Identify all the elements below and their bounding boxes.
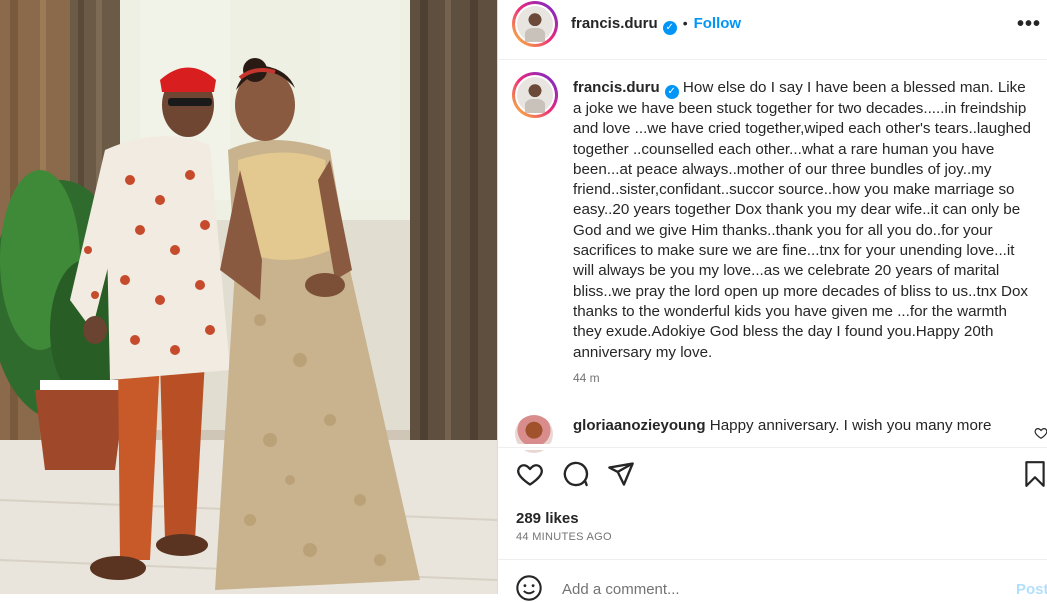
caption-body: How else do I say I have been a blessed … <box>573 79 1031 361</box>
commenter-username[interactable]: gloriaanozieyoung <box>573 417 706 434</box>
caption-timestamp[interactable]: 44 m <box>573 371 1035 385</box>
separator-dot: • <box>682 15 688 31</box>
couple-photo <box>0 0 497 594</box>
header-divider <box>498 59 1047 60</box>
likes-count[interactable]: 289 likes <box>516 510 579 527</box>
comment-text: Happy anniversary. I wish you many more <box>709 417 992 434</box>
post-header: francis.duru ✓ • Follow ••• <box>498 0 1047 48</box>
heart-icon[interactable] <box>516 460 544 488</box>
post-age[interactable]: 44 MINUTES AGO <box>516 531 612 543</box>
emoji-icon[interactable] <box>515 574 543 602</box>
author-username[interactable]: francis.duru <box>571 15 658 32</box>
send-icon[interactable] <box>607 460 635 488</box>
post-comment-button[interactable]: Post <box>1016 581 1047 598</box>
post-photo[interactable] <box>0 0 497 594</box>
verified-badge-icon: ✓ <box>662 21 677 35</box>
caption-block: francis.duru ✓ How else do I say I have b… <box>573 78 1035 385</box>
caption-username[interactable]: francis.duru <box>573 79 660 96</box>
comment-composer: Add a comment... Post <box>498 560 1047 601</box>
action-bar <box>498 460 1047 492</box>
bookmark-icon[interactable] <box>1022 460 1047 488</box>
verified-badge-icon: ✓ <box>664 85 679 99</box>
post-details-panel: francis.duru ✓ • Follow ••• francis.duru ✓ H… <box>498 0 1047 601</box>
header-identity: francis.duru ✓ • Follow <box>571 15 741 35</box>
comments-divider <box>498 447 1047 448</box>
comment-input[interactable]: Add a comment... <box>562 581 680 598</box>
comment-icon[interactable] <box>561 460 589 488</box>
comment-item: gloriaanozieyoung Happy anniversary. I w… <box>573 417 991 434</box>
caption-text: francis.duru ✓ How else do I say I have b… <box>573 78 1035 363</box>
comment-like-icon[interactable] <box>1034 426 1047 440</box>
author-avatar[interactable] <box>512 1 558 47</box>
follow-button[interactable]: Follow <box>694 15 742 32</box>
caption-avatar[interactable] <box>512 72 558 118</box>
more-options-icon[interactable]: ••• <box>1017 14 1041 34</box>
